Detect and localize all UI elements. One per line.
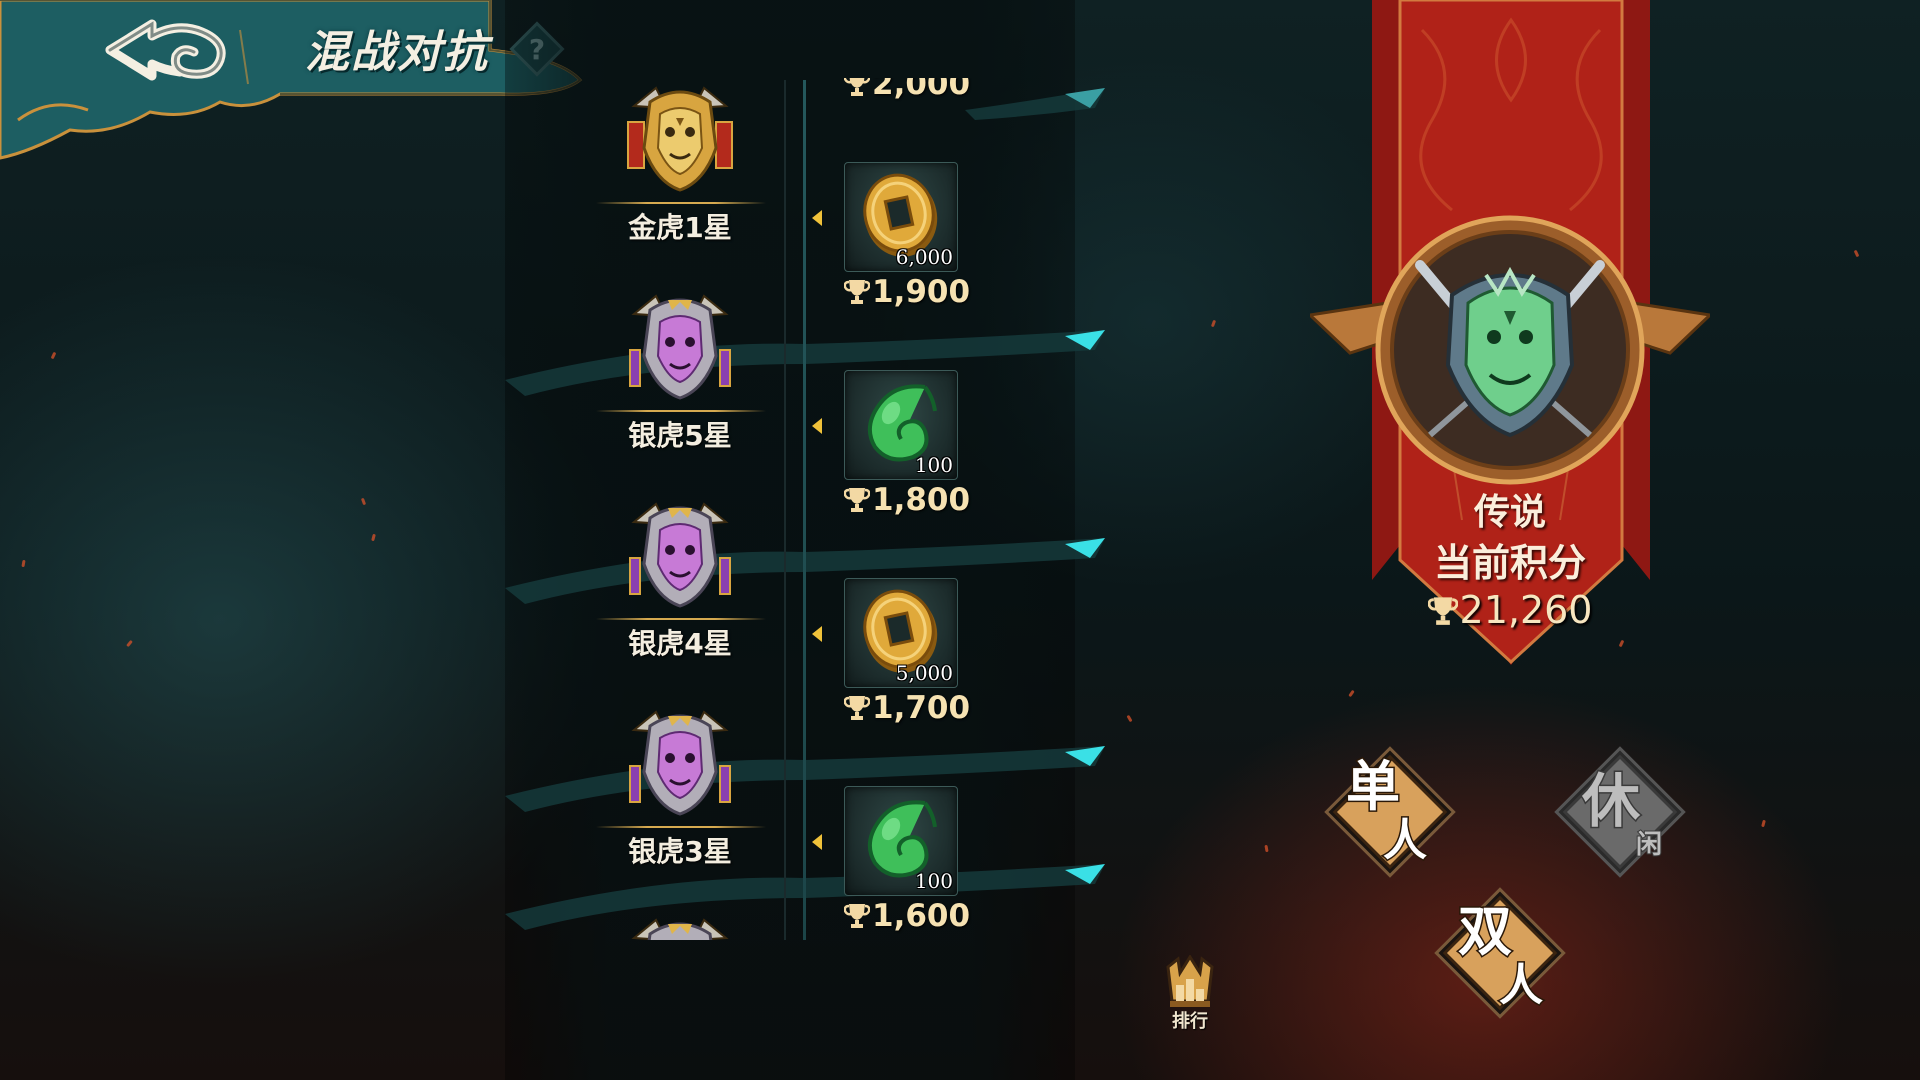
reward-slot[interactable]: 6,000	[844, 162, 958, 272]
tier-points-value: 1,900	[872, 274, 971, 310]
tier-points: 1,800	[844, 482, 970, 518]
single-player-button[interactable]: 单 人	[1315, 737, 1465, 887]
reward-slot[interactable]: 100	[844, 786, 958, 896]
silver-tiger-emblem-icon	[631, 918, 729, 940]
double-mode-label-sub: 人	[1499, 960, 1543, 1011]
legend-rank-badge	[1310, 215, 1710, 485]
ember-particle	[371, 533, 376, 542]
silver-tiger-emblem-icon	[629, 294, 731, 400]
two-player-button[interactable]: 双 人	[1425, 878, 1575, 1028]
ember-particle	[126, 639, 133, 648]
ember-particle	[1348, 689, 1355, 698]
reward-slot[interactable]: 100	[844, 370, 958, 480]
tier-name: 银虎4星	[628, 627, 732, 660]
tier-points: 1,700	[844, 690, 970, 726]
tier-points-value: 1,600	[872, 898, 971, 934]
cloud-back-arrow-icon	[105, 19, 226, 81]
casual-mode-diamond: 休 闲	[1554, 746, 1686, 878]
trophy-icon	[844, 488, 870, 512]
silver-tiger-emblem-icon	[629, 502, 731, 608]
tier-points: 1,900	[844, 274, 970, 310]
reward-quantity: 6,000	[895, 245, 953, 269]
reward-slot[interactable]: 5,000	[844, 578, 958, 688]
page-title: 混战对抗	[305, 27, 489, 78]
tier-row: 金虎1星 2,000 6,000	[560, 78, 1030, 286]
ranking-label: 排行	[1172, 1011, 1208, 1032]
tier-row: 银虎5星 1,900 100	[560, 274, 1030, 494]
tier-name: 银虎5星	[628, 419, 732, 452]
double-mode-diamond: 双 人	[1434, 887, 1566, 1019]
tier-underline	[596, 826, 766, 828]
casual-mode-label-sub: 闲	[1636, 830, 1662, 860]
double-mode-label-main: 双	[1458, 899, 1512, 963]
ember-particle	[1126, 714, 1133, 723]
trophy-icon	[844, 78, 870, 96]
current-score-label: 当前积分	[1433, 541, 1586, 585]
ember-particle	[1761, 819, 1766, 828]
ember-particle	[1853, 249, 1860, 258]
current-score: 21,260	[1390, 588, 1630, 632]
tier-name: 金虎1星	[628, 211, 732, 244]
trophy-icon	[1427, 597, 1458, 625]
rank-tier-name: 传说	[1473, 492, 1546, 533]
ranking-button[interactable]: 排行	[1158, 954, 1222, 1035]
back-button[interactable]	[90, 10, 240, 90]
single-mode-label-sub: 人	[1383, 815, 1427, 866]
tier-underline	[596, 410, 766, 412]
tier-points: 1,600	[844, 898, 970, 934]
game-screen: 混战对抗 ?	[0, 0, 1920, 1080]
reward-pointer	[812, 210, 822, 226]
tier-ladder-list[interactable]: 金虎1星 2,000 6,000 银虎5星 1,900 100 银虎4星 1,8…	[560, 78, 1030, 940]
single-mode-label-main: 单	[1346, 754, 1400, 818]
tier-row: 1,600	[560, 898, 1030, 940]
tier-underline	[596, 618, 766, 620]
reward-quantity: 100	[914, 869, 953, 893]
tier-row: 银虎3星 1,700 100	[560, 690, 1030, 910]
tier-points: 2,000	[844, 78, 970, 102]
silver-tiger-emblem-icon	[629, 710, 731, 816]
tier-name: 银虎3星	[628, 835, 732, 868]
tier-points-value: 1,700	[872, 690, 971, 726]
single-mode-diamond: 单 人	[1324, 746, 1456, 878]
leaderboard-podium-icon	[1166, 954, 1214, 1007]
ember-particle	[1210, 319, 1217, 328]
trophy-icon	[844, 696, 870, 720]
ember-particle	[1264, 844, 1269, 853]
tier-underline	[596, 202, 766, 204]
reward-pointer	[812, 626, 822, 642]
reward-pointer	[812, 418, 822, 434]
current-score-value: 21,260	[1459, 588, 1593, 632]
gold-tiger-emblem-icon	[627, 86, 733, 192]
ember-particle	[21, 559, 26, 568]
trophy-icon	[844, 280, 870, 304]
ember-particle	[50, 351, 57, 360]
tier-points-value: 2,000	[872, 78, 971, 102]
reward-quantity: 5,000	[895, 661, 953, 685]
tier-points-value: 1,800	[872, 482, 971, 518]
trophy-icon	[844, 904, 870, 928]
tier-row: 银虎4星 1,800 5,000	[560, 482, 1030, 702]
reward-pointer	[812, 834, 822, 850]
casual-mode-label-main: 休	[1581, 767, 1641, 835]
casual-mode-button[interactable]: 休 闲	[1545, 737, 1695, 887]
ember-particle	[360, 497, 367, 506]
reward-quantity: 100	[914, 453, 953, 477]
